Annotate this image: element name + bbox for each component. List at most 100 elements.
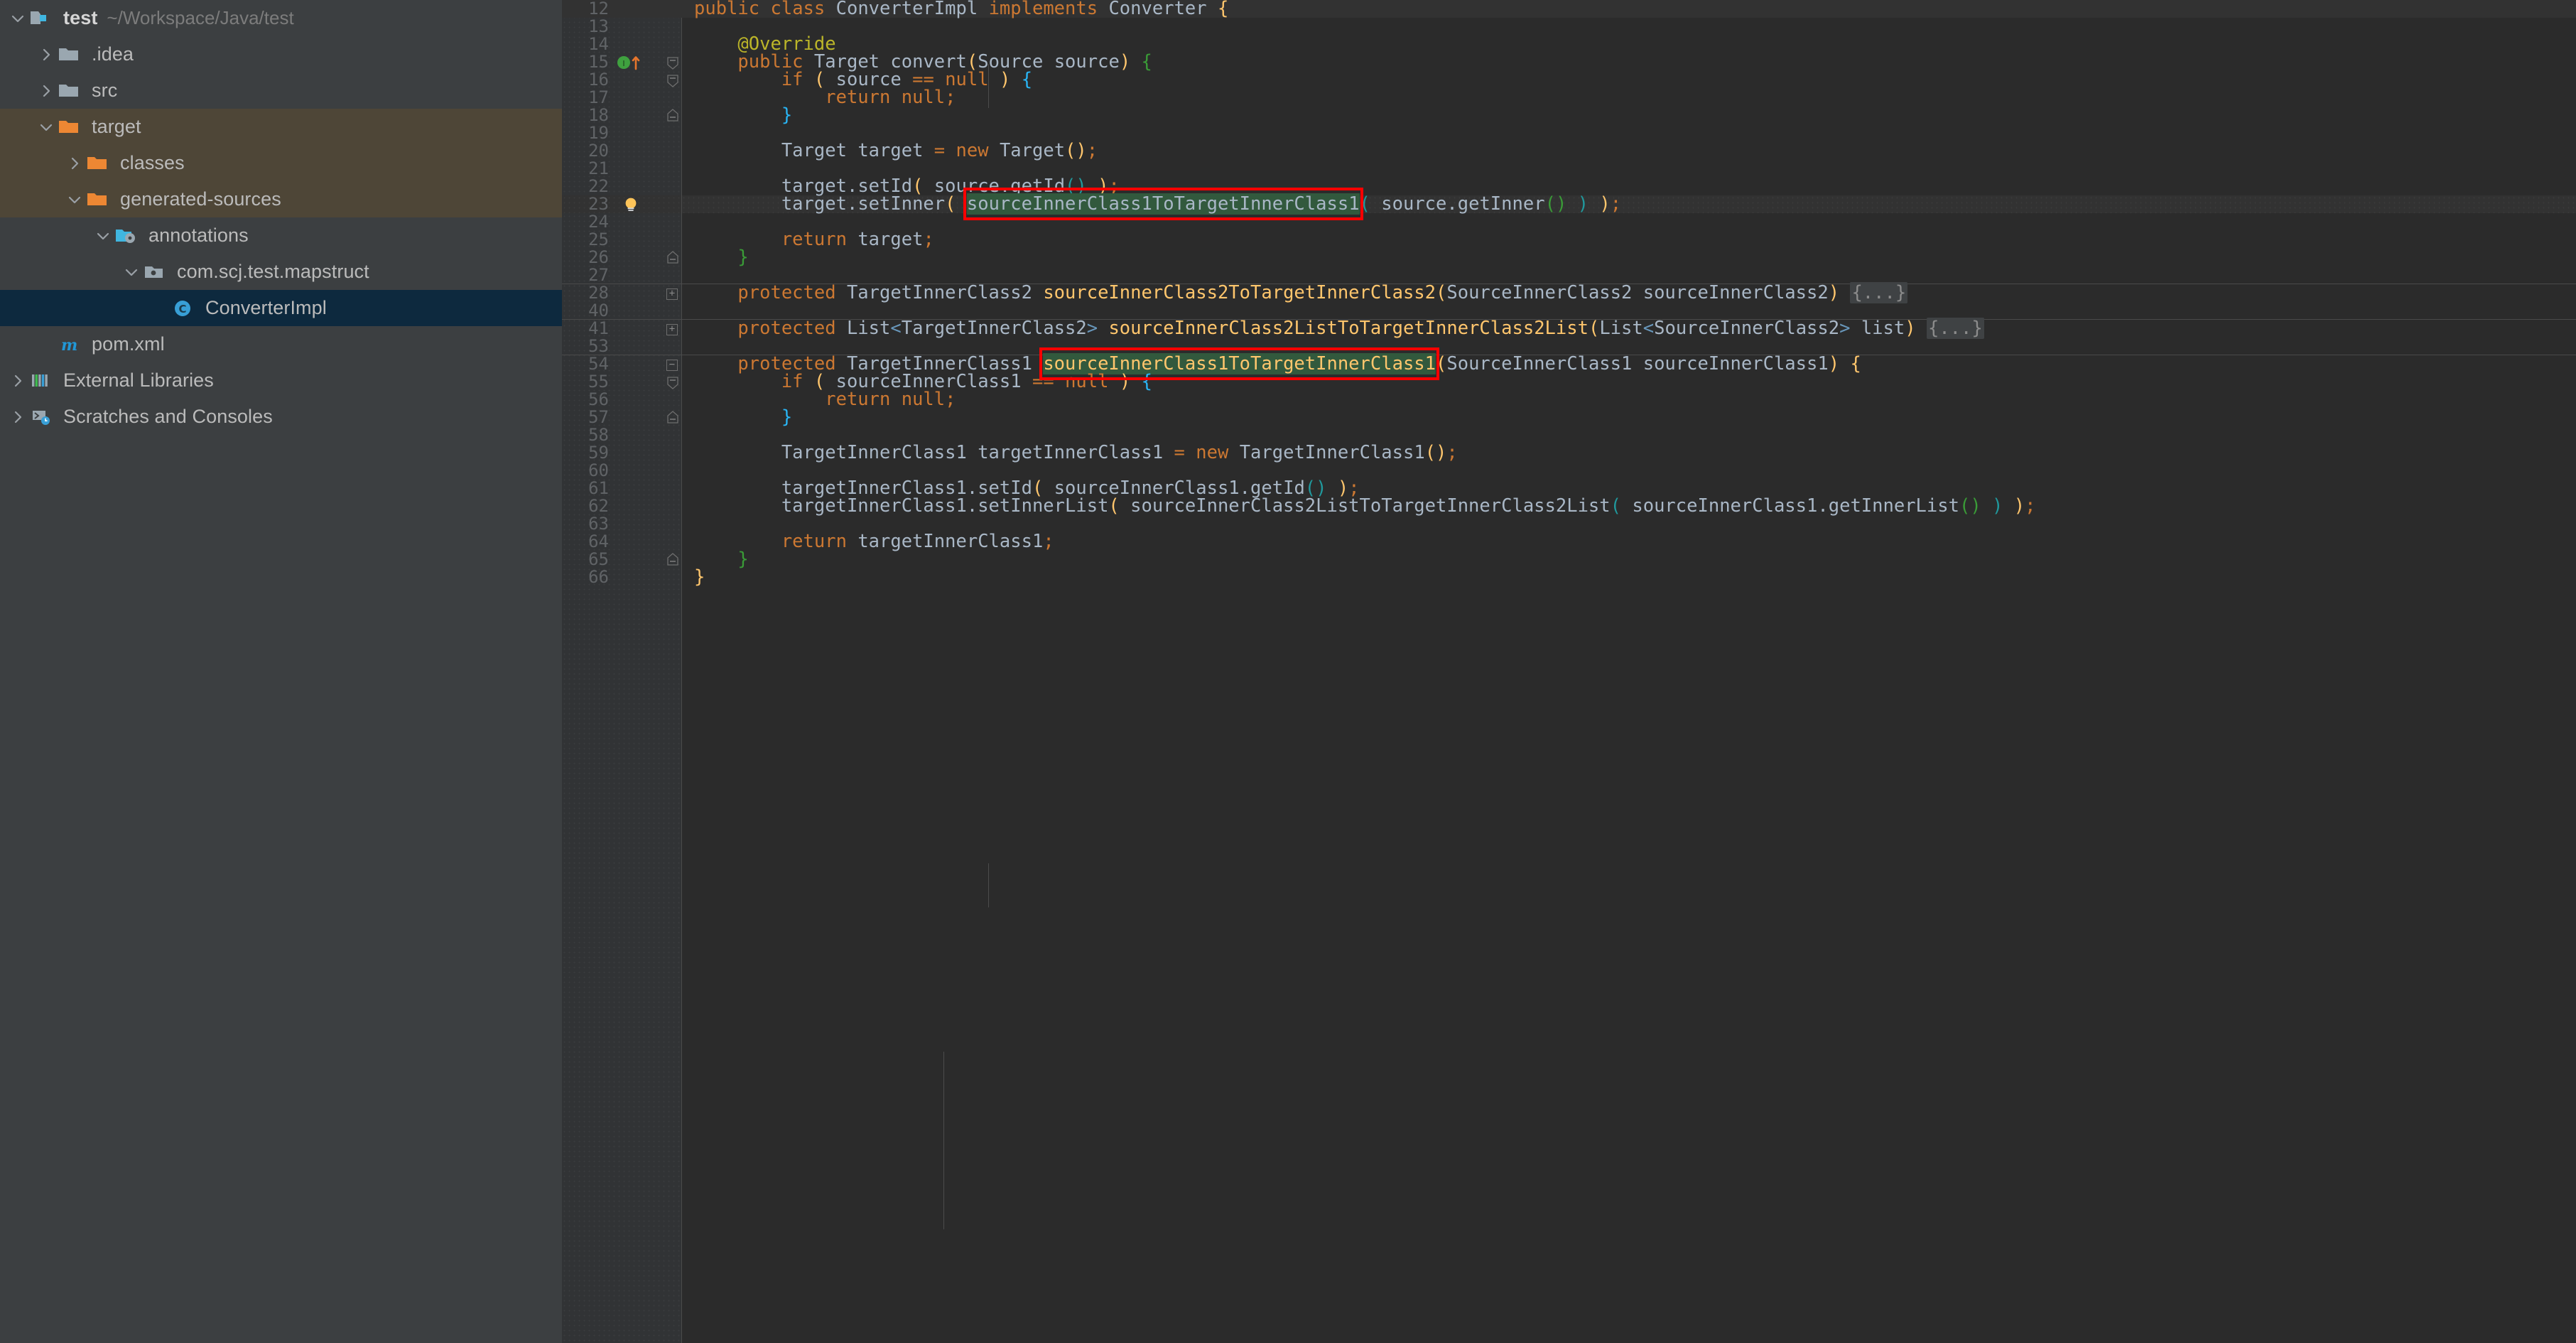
gutter-cell[interactable] (613, 89, 663, 107)
code-line-25[interactable]: 25 return target; (562, 231, 2576, 249)
fold-column-cell[interactable] (663, 249, 681, 266)
tree-item-converterimpl[interactable]: CConverterImpl (0, 290, 562, 326)
gutter-cell[interactable] (613, 213, 663, 231)
gutter-cell[interactable] (613, 231, 663, 249)
code-text[interactable]: protected TargetInnerClass2 sourceInnerC… (681, 284, 2576, 302)
gutter-cell[interactable] (613, 266, 663, 284)
code-text[interactable]: } (681, 551, 2576, 568)
fold-column-cell[interactable] (663, 142, 681, 160)
code-line-59[interactable]: 59 TargetInnerClass1 targetInnerClass1 =… (562, 444, 2576, 462)
fold-column-cell[interactable] (663, 195, 681, 213)
fold-expand-icon[interactable]: − (666, 360, 678, 371)
fold-column-cell[interactable] (663, 338, 681, 355)
chevron-right-icon[interactable] (63, 151, 87, 176)
code-line-56[interactable]: 56 return null; (562, 391, 2576, 409)
gutter-cell[interactable] (613, 568, 663, 586)
fold-column-cell[interactable]: + (663, 320, 681, 338)
tree-item-src[interactable]: src (0, 72, 562, 109)
code-text[interactable]: } (681, 409, 2576, 426)
fold-column-cell[interactable] (663, 302, 681, 320)
fold-column-cell[interactable] (663, 497, 681, 515)
code-text[interactable]: targetInnerClass1.setInnerList( sourceIn… (681, 497, 2576, 515)
code-text[interactable]: return null; (681, 89, 2576, 107)
gutter-cell[interactable] (613, 124, 663, 142)
code-line-20[interactable]: 20 Target target = new Target(); (562, 142, 2576, 160)
gutter-cell[interactable] (613, 284, 663, 302)
fold-column-cell[interactable] (663, 480, 681, 497)
gutter-cell[interactable] (613, 71, 663, 89)
code-text[interactable]: } (681, 107, 2576, 124)
code-text[interactable]: } (681, 249, 2576, 266)
code-line-57[interactable]: 57 } (562, 409, 2576, 426)
fold-column-cell[interactable] (663, 551, 681, 568)
fold-column-cell[interactable] (663, 409, 681, 426)
gutter-cell[interactable] (613, 480, 663, 497)
gutter-cell[interactable] (613, 36, 663, 53)
fold-column-cell[interactable] (663, 515, 681, 533)
code-text[interactable]: target.setInner( sourceInnerClass1ToTarg… (681, 195, 2576, 213)
code-line-18[interactable]: 18 } (562, 107, 2576, 124)
fold-column-cell[interactable] (663, 18, 681, 36)
fold-expand-icon[interactable]: + (666, 324, 678, 335)
fold-column-cell[interactable] (663, 533, 681, 551)
code-text[interactable]: return null; (681, 391, 2576, 409)
code-line-12[interactable]: 12public class ConverterImpl implements … (562, 0, 2576, 18)
gutter-cell[interactable] (613, 338, 663, 355)
tree-item-test[interactable]: test~/Workspace/Java/test (0, 0, 562, 36)
gutter-cell[interactable] (613, 391, 663, 409)
chevron-down-icon[interactable] (6, 6, 30, 31)
code-lines-container[interactable]: 12public class ConverterImpl implements … (562, 0, 2576, 1343)
chevron-right-icon[interactable] (6, 405, 30, 429)
fold-column-cell[interactable] (663, 462, 681, 480)
code-line-17[interactable]: 17 return null; (562, 89, 2576, 107)
tree-item-idea[interactable]: .idea (0, 36, 562, 72)
fold-column-cell[interactable] (663, 36, 681, 53)
code-line-66[interactable]: 66} (562, 568, 2576, 586)
code-text[interactable]: TargetInnerClass1 targetInnerClass1 = ne… (681, 444, 2576, 462)
fold-expand-icon[interactable]: + (666, 288, 678, 300)
gutter-cell[interactable] (613, 160, 663, 178)
code-line-23[interactable]: 23 target.setInner( sourceInnerClass1ToT… (562, 195, 2576, 213)
fold-column-cell[interactable] (663, 231, 681, 249)
gutter-cell[interactable] (613, 195, 663, 213)
chevron-down-icon[interactable] (91, 224, 115, 248)
fold-column-cell[interactable]: − (663, 355, 681, 373)
code-line-62[interactable]: 62 targetInnerClass1.setInnerList( sourc… (562, 497, 2576, 515)
folded-code-placeholder[interactable]: {...} (1850, 282, 1907, 303)
tree-item-annotations[interactable]: annotations (0, 217, 562, 254)
fold-column-cell[interactable] (663, 53, 681, 71)
gutter-cell[interactable] (613, 107, 663, 124)
tree-item-classes[interactable]: classes (0, 145, 562, 181)
gutter-cell[interactable] (613, 320, 663, 338)
code-text[interactable]: public class ConverterImpl implements Co… (681, 0, 2576, 18)
code-text[interactable]: Target target = new Target(); (681, 142, 2576, 160)
fold-column-cell[interactable] (663, 373, 681, 391)
folded-code-placeholder[interactable]: {...} (1927, 318, 1984, 339)
gutter-cell[interactable] (613, 0, 663, 18)
gutter-cell[interactable] (613, 444, 663, 462)
code-text[interactable]: return targetInnerClass1; (681, 533, 2576, 551)
gutter-cell[interactable] (613, 497, 663, 515)
fold-column-cell[interactable] (663, 391, 681, 409)
gutter-cell[interactable] (613, 249, 663, 266)
highlighted-identifier[interactable]: sourceInnerClass1ToTargetInnerClass1 (967, 193, 1360, 215)
chevron-down-icon[interactable] (63, 188, 87, 212)
code-line-28[interactable]: 28+ protected TargetInnerClass2 sourceIn… (562, 284, 2576, 302)
code-line-13[interactable]: 13 (562, 18, 2576, 36)
chevron-down-icon[interactable] (119, 260, 144, 284)
chevron-right-icon[interactable] (6, 369, 30, 393)
fold-column-cell[interactable] (663, 124, 681, 142)
gutter-cell[interactable] (613, 373, 663, 391)
code-line-65[interactable]: 65 } (562, 551, 2576, 568)
gutter-cell[interactable] (613, 178, 663, 195)
tree-item-com-scj-test-mapstruct[interactable]: com.scj.test.mapstruct (0, 254, 562, 290)
fold-column-cell[interactable]: + (663, 284, 681, 302)
fold-column-cell[interactable] (663, 266, 681, 284)
fold-column-cell[interactable] (663, 71, 681, 89)
code-text[interactable]: } (681, 568, 2576, 586)
gutter-cell[interactable] (613, 409, 663, 426)
gutter-cell[interactable] (613, 426, 663, 444)
tree-item-pom-xml[interactable]: mpom.xml (0, 326, 562, 362)
chevron-down-icon[interactable] (34, 115, 58, 139)
code-line-64[interactable]: 64 return targetInnerClass1; (562, 533, 2576, 551)
